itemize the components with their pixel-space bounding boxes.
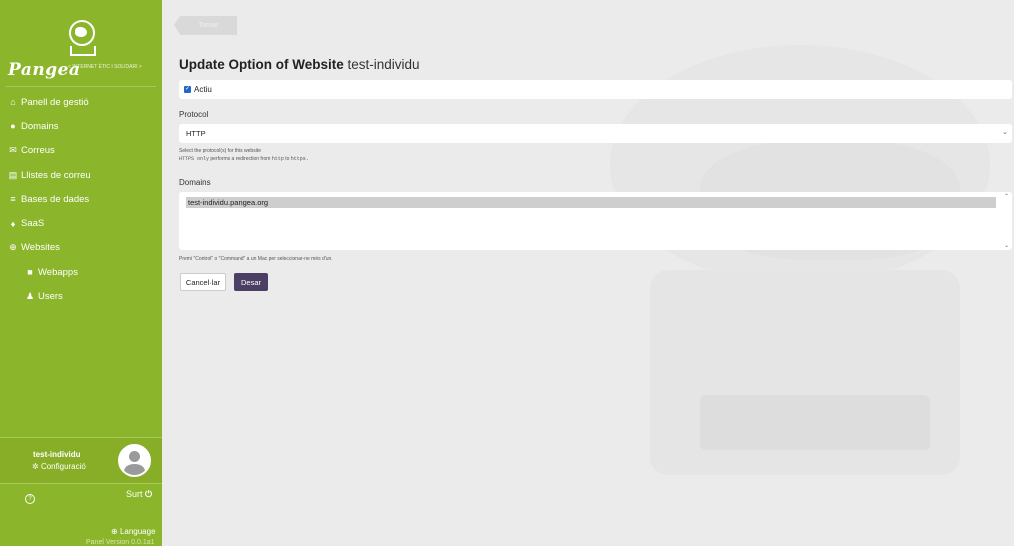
chevron-down-icon: ⌄ bbox=[1002, 129, 1008, 136]
active-label: Actiu bbox=[194, 85, 212, 94]
back-button[interactable]: Tornar bbox=[174, 16, 237, 35]
code-http: http bbox=[271, 156, 284, 162]
domains-help: Premi "Control" o "Command" a un Mac per… bbox=[179, 256, 333, 262]
help-icon[interactable]: ? bbox=[25, 492, 35, 504]
sidebar-item-saas[interactable]: ♦ SaaS bbox=[0, 211, 162, 235]
sidebar-item-label: Domains bbox=[21, 120, 59, 132]
page-title-website: test-individu bbox=[347, 57, 420, 72]
sidebar-divider bbox=[6, 86, 156, 87]
mailing-list-icon: ▤ bbox=[8, 169, 18, 180]
sidebar-item-domains[interactable]: ● Domains bbox=[0, 114, 162, 138]
language-label: Language bbox=[119, 527, 156, 536]
language-selector[interactable]: ⊕ Language bbox=[111, 527, 156, 536]
save-button[interactable]: Desar bbox=[234, 273, 268, 291]
globe-logo-icon bbox=[69, 20, 95, 46]
sidebar-item-correus[interactable]: ✉ Correus bbox=[0, 139, 162, 163]
user-panel: test-individu ✲ Configuració bbox=[0, 437, 162, 484]
pangea-logo[interactable]: Pangea < INTERNET ÈTIC I SOLIDARI > bbox=[0, 8, 162, 86]
active-checkbox-row[interactable]: ✓ Actiu bbox=[179, 80, 1012, 99]
sidebar: Pangea < INTERNET ÈTIC I SOLIDARI > ⌂ Pa… bbox=[0, 0, 162, 546]
sidebar-item-websites[interactable]: ⊕ Websites bbox=[0, 236, 162, 260]
sidebar-item-users[interactable]: ♟ Users bbox=[0, 284, 162, 308]
page-title-bold: Update Option of Website bbox=[179, 57, 344, 72]
domains-multiselect[interactable]: test-individu.pangea.org ⌃ ⌄ bbox=[179, 192, 1012, 250]
logout-label: Surt bbox=[126, 489, 143, 499]
globe-circle-icon: ● bbox=[10, 121, 16, 132]
sidebar-item-panell[interactable]: ⌂ Panell de gestió bbox=[0, 90, 162, 114]
help-text-part: to bbox=[283, 156, 291, 162]
scroll-up-icon[interactable]: ⌃ bbox=[1004, 193, 1009, 200]
domains-label: Domains bbox=[179, 178, 211, 187]
computer-logo-icon bbox=[70, 46, 96, 56]
active-checkbox[interactable]: ✓ bbox=[184, 86, 191, 93]
sidebar-nav: ⌂ Panell de gestió ● Domains ✉ Correus ▤… bbox=[0, 90, 162, 309]
protocol-label: Protocol bbox=[179, 110, 209, 119]
config-link[interactable]: ✲ Configuració bbox=[32, 462, 86, 471]
protocol-selected-value: HTTP bbox=[186, 129, 206, 138]
sidebar-item-webapps[interactable]: ■ Webapps bbox=[0, 260, 162, 284]
page-title: Update Option of Website test-individu bbox=[179, 57, 420, 72]
panel-version: Panel Version 0.0.1a1 bbox=[86, 539, 155, 546]
main-content: Tornar Update Option of Website test-ind… bbox=[162, 0, 1014, 546]
sidebar-item-label: Llistes de correu bbox=[21, 169, 91, 181]
logo-tagline: < INTERNET ÈTIC I SOLIDARI > bbox=[68, 64, 142, 70]
sidebar-item-bases-de-dades[interactable]: ≡ Bases de dades bbox=[0, 187, 162, 211]
config-label: Configuració bbox=[40, 462, 86, 471]
code-https-only: HTTPS only bbox=[179, 156, 210, 162]
sidebar-item-label: Panell de gestió bbox=[21, 96, 89, 108]
sidebar-item-llistes[interactable]: ▤ Llistes de correu bbox=[0, 163, 162, 187]
logo-text: Pangea bbox=[8, 60, 81, 80]
code-https: https. bbox=[290, 156, 309, 162]
envelope-icon: ✉ bbox=[9, 145, 17, 156]
sidebar-item-label: Webapps bbox=[38, 266, 78, 278]
domain-option[interactable]: test-individu.pangea.org bbox=[186, 197, 996, 208]
sidebar-item-label: Bases de dades bbox=[21, 193, 90, 205]
protocol-select[interactable]: HTTP ⌄ bbox=[179, 124, 1012, 143]
gear-icon: ✲ bbox=[32, 462, 39, 471]
help-text-part: performs a redirection from bbox=[209, 156, 272, 162]
help-label: ? bbox=[25, 494, 35, 504]
cancel-button[interactable]: Cancel·lar bbox=[180, 273, 226, 291]
protocol-help: Select the protocol(s) for this website bbox=[179, 148, 261, 154]
sidebar-item-label: SaaS bbox=[21, 218, 45, 230]
avatar-body bbox=[124, 464, 145, 475]
avatar[interactable] bbox=[118, 444, 151, 477]
power-icon: ⏻ bbox=[145, 489, 153, 499]
logout-button[interactable]: Surt ⏻ bbox=[126, 489, 152, 500]
home-icon: ⌂ bbox=[10, 97, 16, 108]
globe-icon: ⊕ bbox=[9, 242, 17, 253]
sidebar-item-label: Correus bbox=[21, 145, 55, 157]
sidebar-item-label: Users bbox=[38, 291, 63, 303]
database-icon: ≡ bbox=[10, 194, 16, 205]
username: test-individu bbox=[33, 450, 81, 459]
sidebar-item-label: Websites bbox=[21, 242, 60, 254]
globe-icon: ⊕ bbox=[111, 527, 118, 536]
protocol-help-2: HTTPS only performs a redirection from h… bbox=[179, 156, 309, 162]
scroll-down-icon[interactable]: ⌄ bbox=[1004, 242, 1009, 249]
flame-icon: ♦ bbox=[10, 218, 16, 229]
user-icon: ♟ bbox=[25, 291, 35, 302]
avatar-head bbox=[129, 451, 140, 462]
folder-icon: ■ bbox=[27, 267, 33, 278]
